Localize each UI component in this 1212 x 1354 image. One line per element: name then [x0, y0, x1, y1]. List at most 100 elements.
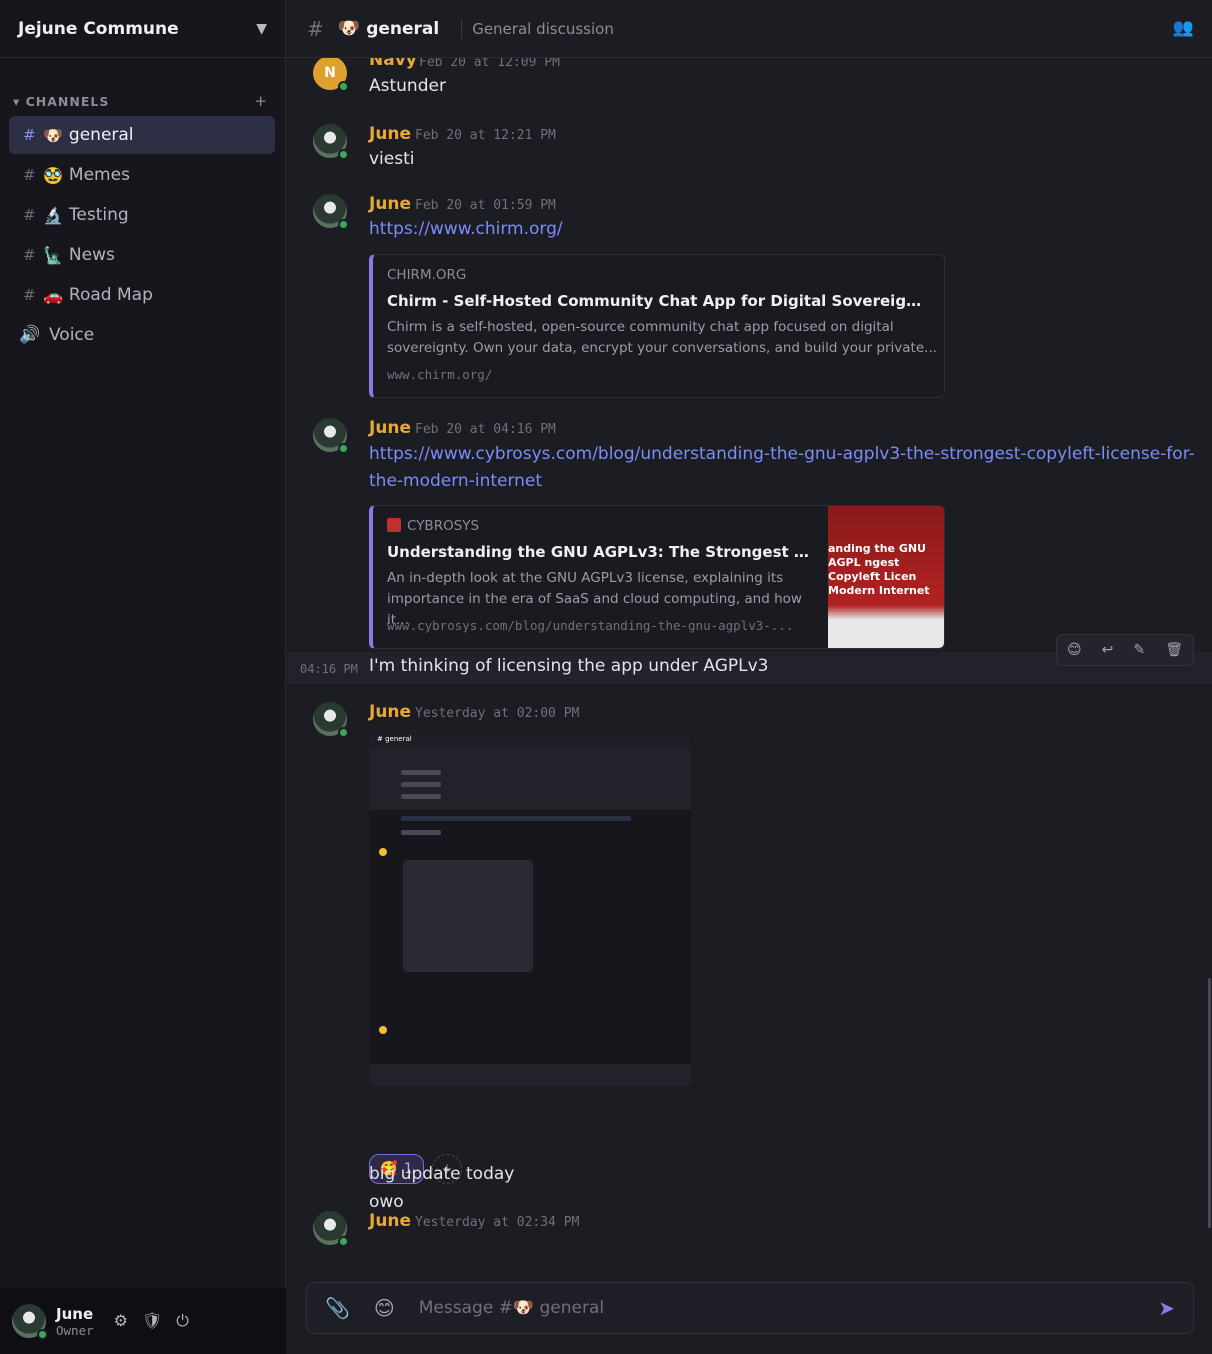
user-name: June [56, 1304, 94, 1323]
screenshot-line [401, 830, 441, 835]
message-row-hovered[interactable]: 04:16 PM I'm thinking of licensing the a… [287, 634, 1212, 684]
embed-description: Chirm is a self-hosted, open-source comm… [387, 319, 894, 335]
message-author[interactable]: June [369, 124, 411, 144]
channel-header: # 🐶 general General discussion 👥 [287, 0, 1212, 58]
message-author[interactable]: June [369, 418, 411, 438]
sidebar-item-road-map[interactable]: # 🚗 Road Map [9, 276, 275, 314]
edit-icon[interactable]: ✎ [1133, 642, 1145, 658]
reply-icon[interactable]: ↩ [1102, 642, 1114, 658]
channel-label: News [68, 245, 115, 265]
message-timestamp: Feb 20 at 04:16 PM [415, 422, 556, 437]
sidebar-item-memes[interactable]: # 🥸 Memes [9, 156, 275, 194]
hash-icon: # [23, 126, 36, 144]
online-status-dot [338, 81, 349, 92]
chevron-down-icon[interactable]: ▼ [256, 21, 267, 37]
message-timestamp: Yesterday at 02:34 PM [415, 1215, 580, 1230]
message-actions-toolbar: 😊 ↩ ✎ 🗑 [1056, 634, 1194, 666]
channel-label: Voice [49, 325, 95, 345]
online-status-dot [338, 1236, 349, 1247]
send-icon[interactable]: ➤ [1158, 1296, 1175, 1320]
avatar[interactable] [12, 1304, 48, 1340]
channel-emoji: 🐶 [43, 125, 63, 145]
sidebar: Jejune Commune ▼ ▾ CHANNELS + # 🐶 genera… [0, 0, 286, 1354]
sidebar-item-general[interactable]: # 🐶 general [9, 116, 275, 154]
message-text: owo [369, 1192, 404, 1212]
hash-icon: # [307, 16, 324, 41]
channel-label: Testing [68, 205, 129, 225]
avatar[interactable]: N [313, 58, 349, 92]
link-embed[interactable]: CYBROSYS Understanding the GNU AGPLv3: T… [369, 505, 945, 649]
emoji-react-icon[interactable]: 😊 [1067, 642, 1082, 658]
server-header[interactable]: Jejune Commune ▼ [0, 0, 285, 58]
channels-section-header[interactable]: ▾ CHANNELS + [0, 86, 285, 116]
embed-site: CYBROSYS [387, 518, 479, 534]
embed-thumbnail[interactable]: anding the GNU AGPL ngest Copyleft Licen… [828, 506, 944, 648]
screenshot-pane [369, 748, 691, 810]
avatar[interactable] [313, 124, 349, 160]
sidebar-item-voice[interactable]: 🔊 Voice [9, 316, 275, 354]
message: June Feb 20 at 12:21 PM viesti [287, 124, 1212, 184]
screenshot-avatar [379, 848, 387, 856]
divider [461, 18, 463, 39]
channel-topic: General discussion [472, 19, 614, 38]
message-link[interactable]: https://www.chirm.org/ [369, 216, 1199, 243]
screenshot-line [401, 794, 441, 799]
channel-label: Road Map [68, 285, 153, 305]
online-status-dot [338, 219, 349, 230]
sidebar-item-testing[interactable]: # 🔬 Testing [9, 196, 275, 234]
add-channel-icon[interactable]: + [254, 92, 267, 110]
hash-icon: # [23, 246, 36, 264]
message-timestamp: Feb 20 at 12:09 PM [419, 58, 560, 70]
power-icon[interactable]: ⏻ [176, 1311, 189, 1331]
avatar[interactable] [313, 702, 349, 738]
cybrosys-logo-icon [387, 518, 401, 532]
message-list[interactable]: N Navy Feb 20 at 12:09 PM Astunder June … [287, 58, 1212, 1280]
screenshot-line [401, 816, 631, 821]
hash-icon: # [23, 206, 36, 224]
embed-url: www.chirm.org/ [387, 367, 493, 382]
screenshot-composer [369, 1064, 691, 1086]
image-attachment[interactable]: # general [369, 730, 691, 1086]
avatar[interactable] [313, 1211, 349, 1247]
page-title: general [366, 18, 440, 39]
message-author[interactable]: June [369, 1211, 411, 1231]
channel-label: general [68, 125, 134, 145]
sidebar-item-news[interactable]: # 🗽 News [9, 236, 275, 274]
avatar[interactable] [313, 418, 349, 454]
message-timestamp: Yesterday at 02:00 PM [415, 706, 580, 721]
message-link[interactable]: https://www.cybrosys.com/blog/understand… [369, 441, 1199, 495]
screenshot-header: # general [369, 730, 691, 748]
trash-icon[interactable]: 🗑 [1165, 642, 1183, 658]
message: June Feb 20 at 04:16 PM https://www.cybr… [287, 418, 1212, 650]
message-text: viesti [369, 149, 415, 169]
embed-title[interactable]: Chirm - Self-Hosted Community Chat App f… [387, 292, 927, 310]
gear-icon[interactable]: ⚙ [114, 1311, 128, 1331]
message-composer[interactable]: 📎 😊 Message #🐶 general ➤ [306, 1282, 1194, 1334]
screenshot-line [401, 782, 441, 787]
user-panel: June Owner ⚙ 🛡 ⏻ [0, 1288, 286, 1354]
message-input[interactable]: Message #🐶 general [419, 1298, 1158, 1318]
message-author[interactable]: June [369, 194, 411, 214]
message-author[interactable]: June [369, 702, 411, 722]
shield-icon[interactable]: 🛡 [142, 1311, 162, 1331]
members-icon[interactable]: 👥 [1173, 18, 1194, 38]
online-status-dot [338, 727, 349, 738]
emoji-picker-icon[interactable]: 😊 [374, 1296, 395, 1320]
avatar[interactable] [313, 194, 349, 230]
online-status-dot [37, 1329, 48, 1340]
scrollbar[interactable] [1208, 978, 1211, 1228]
channel-label: Memes [68, 165, 130, 185]
paperclip-icon[interactable]: 📎 [325, 1296, 350, 1320]
screenshot-line [401, 770, 441, 775]
embed-url: www.cybrosys.com/blog/understanding-the-… [387, 618, 794, 633]
section-title: ▾ CHANNELS [13, 93, 110, 109]
embed-site: CHIRM.ORG [387, 267, 467, 283]
message-timestamp: Feb 20 at 12:21 PM [415, 128, 556, 143]
embed-title[interactable]: Understanding the GNU AGPLv3: The Strong… [387, 543, 813, 561]
link-embed[interactable]: CHIRM.ORG Chirm - Self-Hosted Community … [369, 254, 945, 398]
message-author[interactable]: Navy [369, 58, 417, 70]
main-panel: # 🐶 general General discussion 👥 N Navy … [287, 0, 1212, 1354]
screenshot-avatar [379, 1026, 387, 1034]
hash-icon: # [23, 286, 36, 304]
message: June Yesterday at 02:00 PM # general 🥰 1… [287, 702, 1212, 1212]
